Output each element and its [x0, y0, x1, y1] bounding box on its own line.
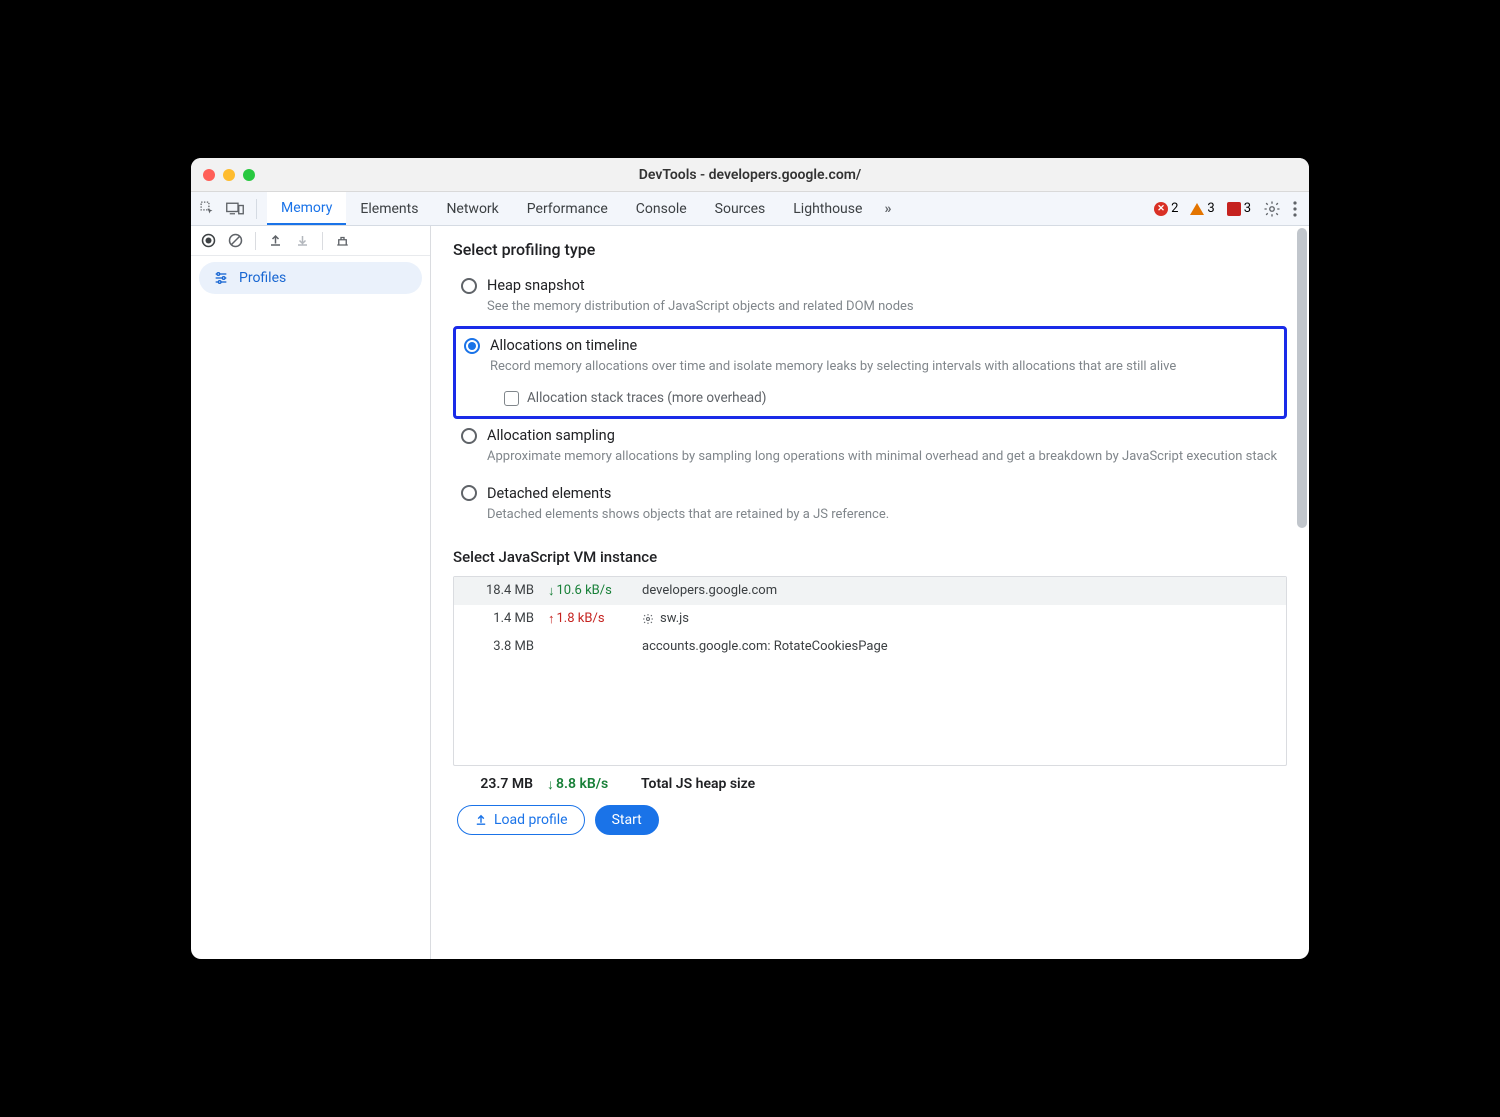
- option-allocation-sampling[interactable]: Allocation sampling Approximate memory a…: [453, 419, 1287, 476]
- radio-icon[interactable]: [461, 278, 477, 294]
- error-icon: ✕: [1154, 202, 1168, 216]
- option-detached-elements[interactable]: Detached elements Detached elements show…: [453, 477, 1287, 534]
- record-icon[interactable]: [201, 233, 216, 248]
- content-area: Profiles Select profiling type Heap snap…: [191, 226, 1309, 959]
- arrow-up-icon: ↑: [548, 611, 555, 627]
- collect-garbage-icon[interactable]: [335, 233, 350, 248]
- sliders-icon: [213, 270, 229, 286]
- upload-icon: [474, 813, 488, 827]
- profiling-type-heading: Select profiling type: [453, 240, 1287, 259]
- vm-row[interactable]: 1.4 MB ↑1.8 kB/s sw.js: [454, 605, 1286, 633]
- tab-lighthouse[interactable]: Lighthouse: [779, 192, 876, 225]
- settings-icon[interactable]: [1263, 200, 1281, 218]
- start-button[interactable]: Start: [595, 805, 659, 835]
- arrow-down-icon: ↓: [548, 583, 555, 599]
- vm-instance-heading: Select JavaScript VM instance: [453, 548, 1287, 566]
- titlebar: DevTools - developers.google.com/: [191, 158, 1309, 192]
- option-allocations-timeline[interactable]: Allocations on timeline Record memory al…: [453, 326, 1287, 419]
- panel-tabbar: Memory Elements Network Performance Cons…: [191, 192, 1309, 226]
- sidebar: Profiles: [191, 226, 431, 959]
- window-title: DevTools - developers.google.com/: [191, 167, 1309, 183]
- sidebar-item-profiles[interactable]: Profiles: [199, 262, 422, 294]
- tab-memory[interactable]: Memory: [267, 192, 346, 225]
- rate: ↑1.8 kB/s: [548, 611, 628, 627]
- allocation-stack-traces-checkbox[interactable]: Allocation stack traces (more overhead): [504, 390, 1276, 406]
- checkbox-icon[interactable]: [504, 391, 519, 406]
- minimize-window-button[interactable]: [223, 169, 235, 181]
- warning-icon: [1190, 203, 1204, 215]
- tab-performance[interactable]: Performance: [513, 192, 622, 225]
- warnings-badge[interactable]: 3: [1190, 201, 1214, 216]
- vm-row[interactable]: 3.8 MB accounts.google.com: RotateCookie…: [454, 633, 1286, 660]
- close-window-button[interactable]: [203, 169, 215, 181]
- inspect-element-icon[interactable]: [199, 200, 216, 217]
- upload-icon[interactable]: [268, 233, 283, 248]
- total-heap-row: 23.7 MB ↓8.8 kB/s Total JS heap size: [453, 766, 1287, 805]
- radio-icon[interactable]: [464, 338, 480, 354]
- flag-icon: [1227, 202, 1241, 216]
- vm-instance-list: 18.4 MB ↓10.6 kB/s developers.google.com…: [453, 576, 1287, 766]
- errors-badge[interactable]: ✕ 2: [1154, 201, 1178, 216]
- traffic-lights: [203, 169, 255, 181]
- panel-tabs: Memory Elements Network Performance Cons…: [267, 192, 899, 225]
- clear-icon[interactable]: [228, 233, 243, 248]
- more-tabs-button[interactable]: »: [876, 192, 899, 225]
- load-profile-button[interactable]: Load profile: [457, 805, 585, 835]
- option-heap-snapshot[interactable]: Heap snapshot See the memory distributio…: [453, 269, 1287, 326]
- rate: ↓10.6 kB/s: [548, 583, 628, 599]
- vm-row[interactable]: 18.4 MB ↓10.6 kB/s developers.google.com: [454, 577, 1286, 605]
- radio-icon[interactable]: [461, 485, 477, 501]
- radio-icon[interactable]: [461, 428, 477, 444]
- tab-network[interactable]: Network: [432, 192, 512, 225]
- device-toolbar-icon[interactable]: [226, 201, 244, 216]
- devtools-window: DevTools - developers.google.com/ Memory…: [191, 158, 1309, 959]
- tab-console[interactable]: Console: [622, 192, 701, 225]
- issues-badge[interactable]: 3: [1227, 201, 1251, 216]
- scrollbar[interactable]: [1297, 228, 1307, 528]
- tab-elements[interactable]: Elements: [346, 192, 432, 225]
- sidebar-item-label: Profiles: [239, 270, 286, 286]
- footer-buttons: Load profile Start: [453, 805, 1287, 835]
- sidebar-toolbar: [191, 226, 430, 256]
- tab-sources[interactable]: Sources: [701, 192, 780, 225]
- download-icon[interactable]: [295, 233, 310, 248]
- main-panel: Select profiling type Heap snapshot See …: [431, 226, 1309, 959]
- gear-icon: [642, 613, 654, 625]
- kebab-menu-icon[interactable]: [1293, 201, 1297, 217]
- arrow-down-icon: ↓: [547, 776, 554, 793]
- maximize-window-button[interactable]: [243, 169, 255, 181]
